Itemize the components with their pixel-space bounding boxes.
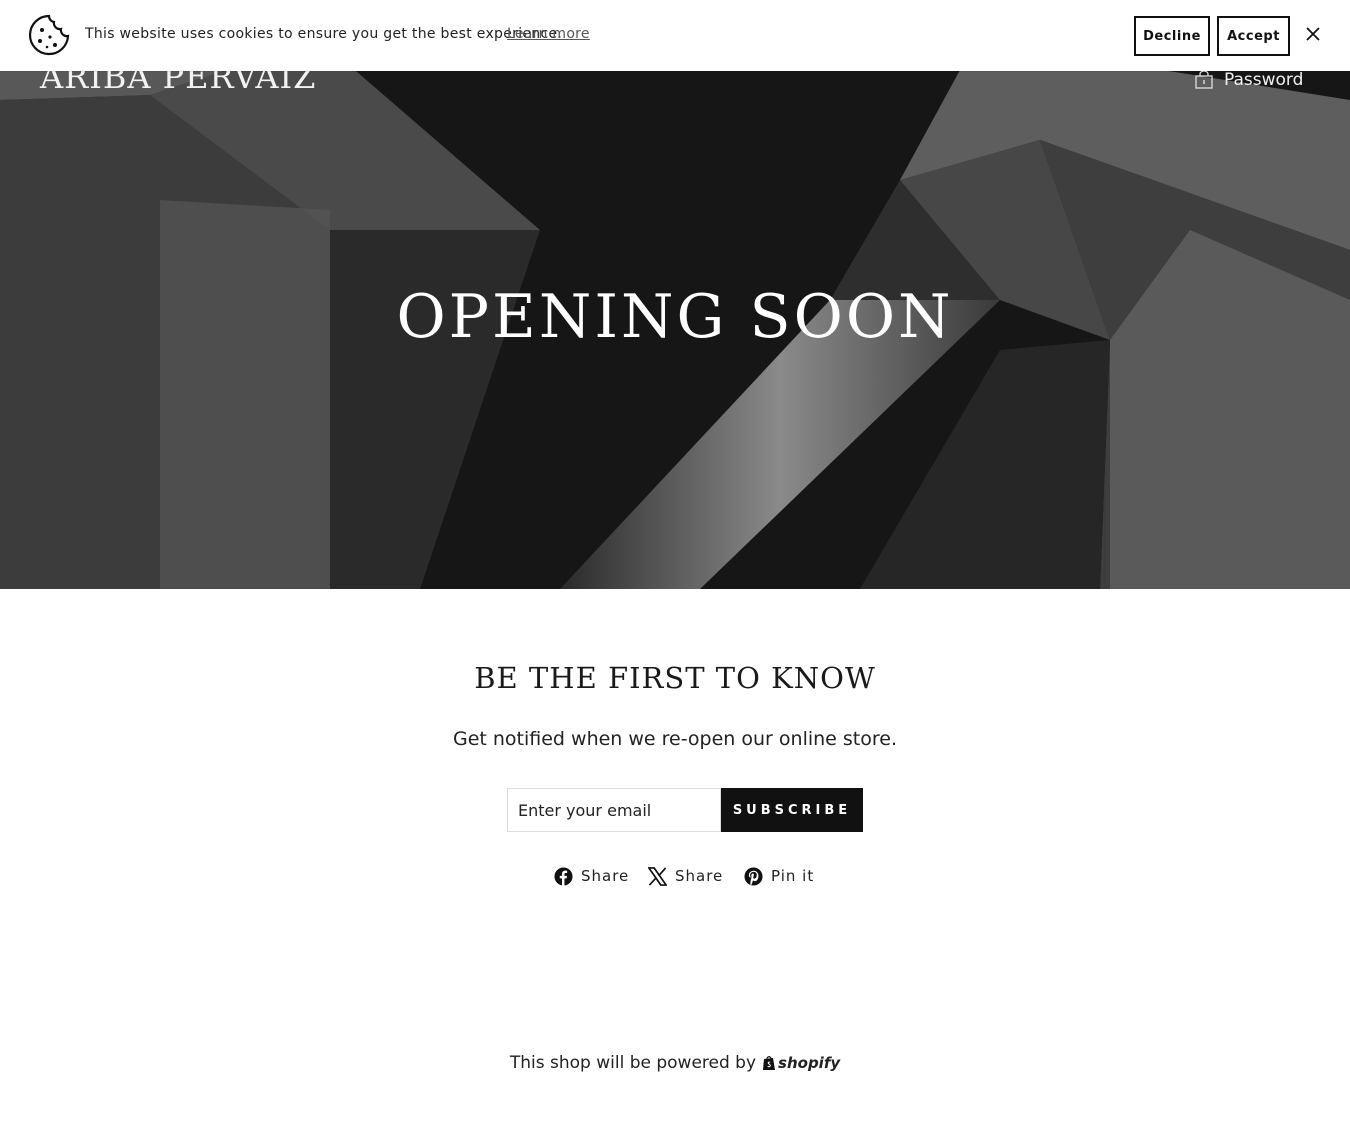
- shopify-bag-icon: [763, 1056, 776, 1070]
- pinterest-icon: [744, 866, 763, 886]
- email-input[interactable]: [507, 788, 721, 832]
- x-share-label: Share: [675, 867, 724, 885]
- cookie-decline-button[interactable]: Decline: [1134, 16, 1210, 56]
- newsletter-subheading: Get notified when we re-open our online …: [452, 728, 898, 750]
- cookie-banner: This website uses cookies to ensure you …: [0, 0, 1350, 71]
- x-share-link[interactable]: Share: [648, 865, 723, 887]
- facebook-share-link[interactable]: Share: [554, 865, 629, 887]
- pinterest-pin-link[interactable]: Pin it: [744, 865, 814, 887]
- password-link[interactable]: Password: [1194, 68, 1303, 92]
- hero-banner: ARIBA PERVAIZ Password OPENING SOON: [0, 0, 1350, 589]
- x-twitter-icon: [648, 866, 667, 886]
- shopify-logo-link[interactable]: shopify: [762, 1054, 840, 1072]
- hero-title: OPENING SOON: [396, 282, 954, 352]
- newsletter-heading: BE THE FIRST TO KNOW: [474, 661, 876, 695]
- shopify-logo-text: shopify: [778, 1054, 841, 1072]
- close-icon[interactable]: [1304, 25, 1322, 43]
- cookie-icon: [28, 14, 70, 56]
- cookie-message: This website uses cookies to ensure you …: [85, 26, 563, 42]
- facebook-share-label: Share: [581, 867, 630, 885]
- subscribe-button[interactable]: SUBSCRIBE: [721, 788, 863, 832]
- facebook-icon: [554, 866, 573, 886]
- cookie-learn-more-link[interactable]: Learn more: [507, 26, 590, 42]
- pinterest-pin-label: Pin it: [771, 867, 815, 885]
- newsletter-section: BE THE FIRST TO KNOW Get notified when w…: [0, 589, 1350, 1137]
- powered-by-footer: This shop will be powered by shopify: [0, 1053, 1350, 1073]
- lock-icon: [1195, 70, 1213, 89]
- password-link-label: Password: [1224, 70, 1304, 90]
- cookie-accept-button[interactable]: Accept: [1217, 16, 1290, 56]
- newsletter-form: SUBSCRIBE: [507, 788, 863, 832]
- powered-by-text: This shop will be powered by: [509, 1053, 757, 1073]
